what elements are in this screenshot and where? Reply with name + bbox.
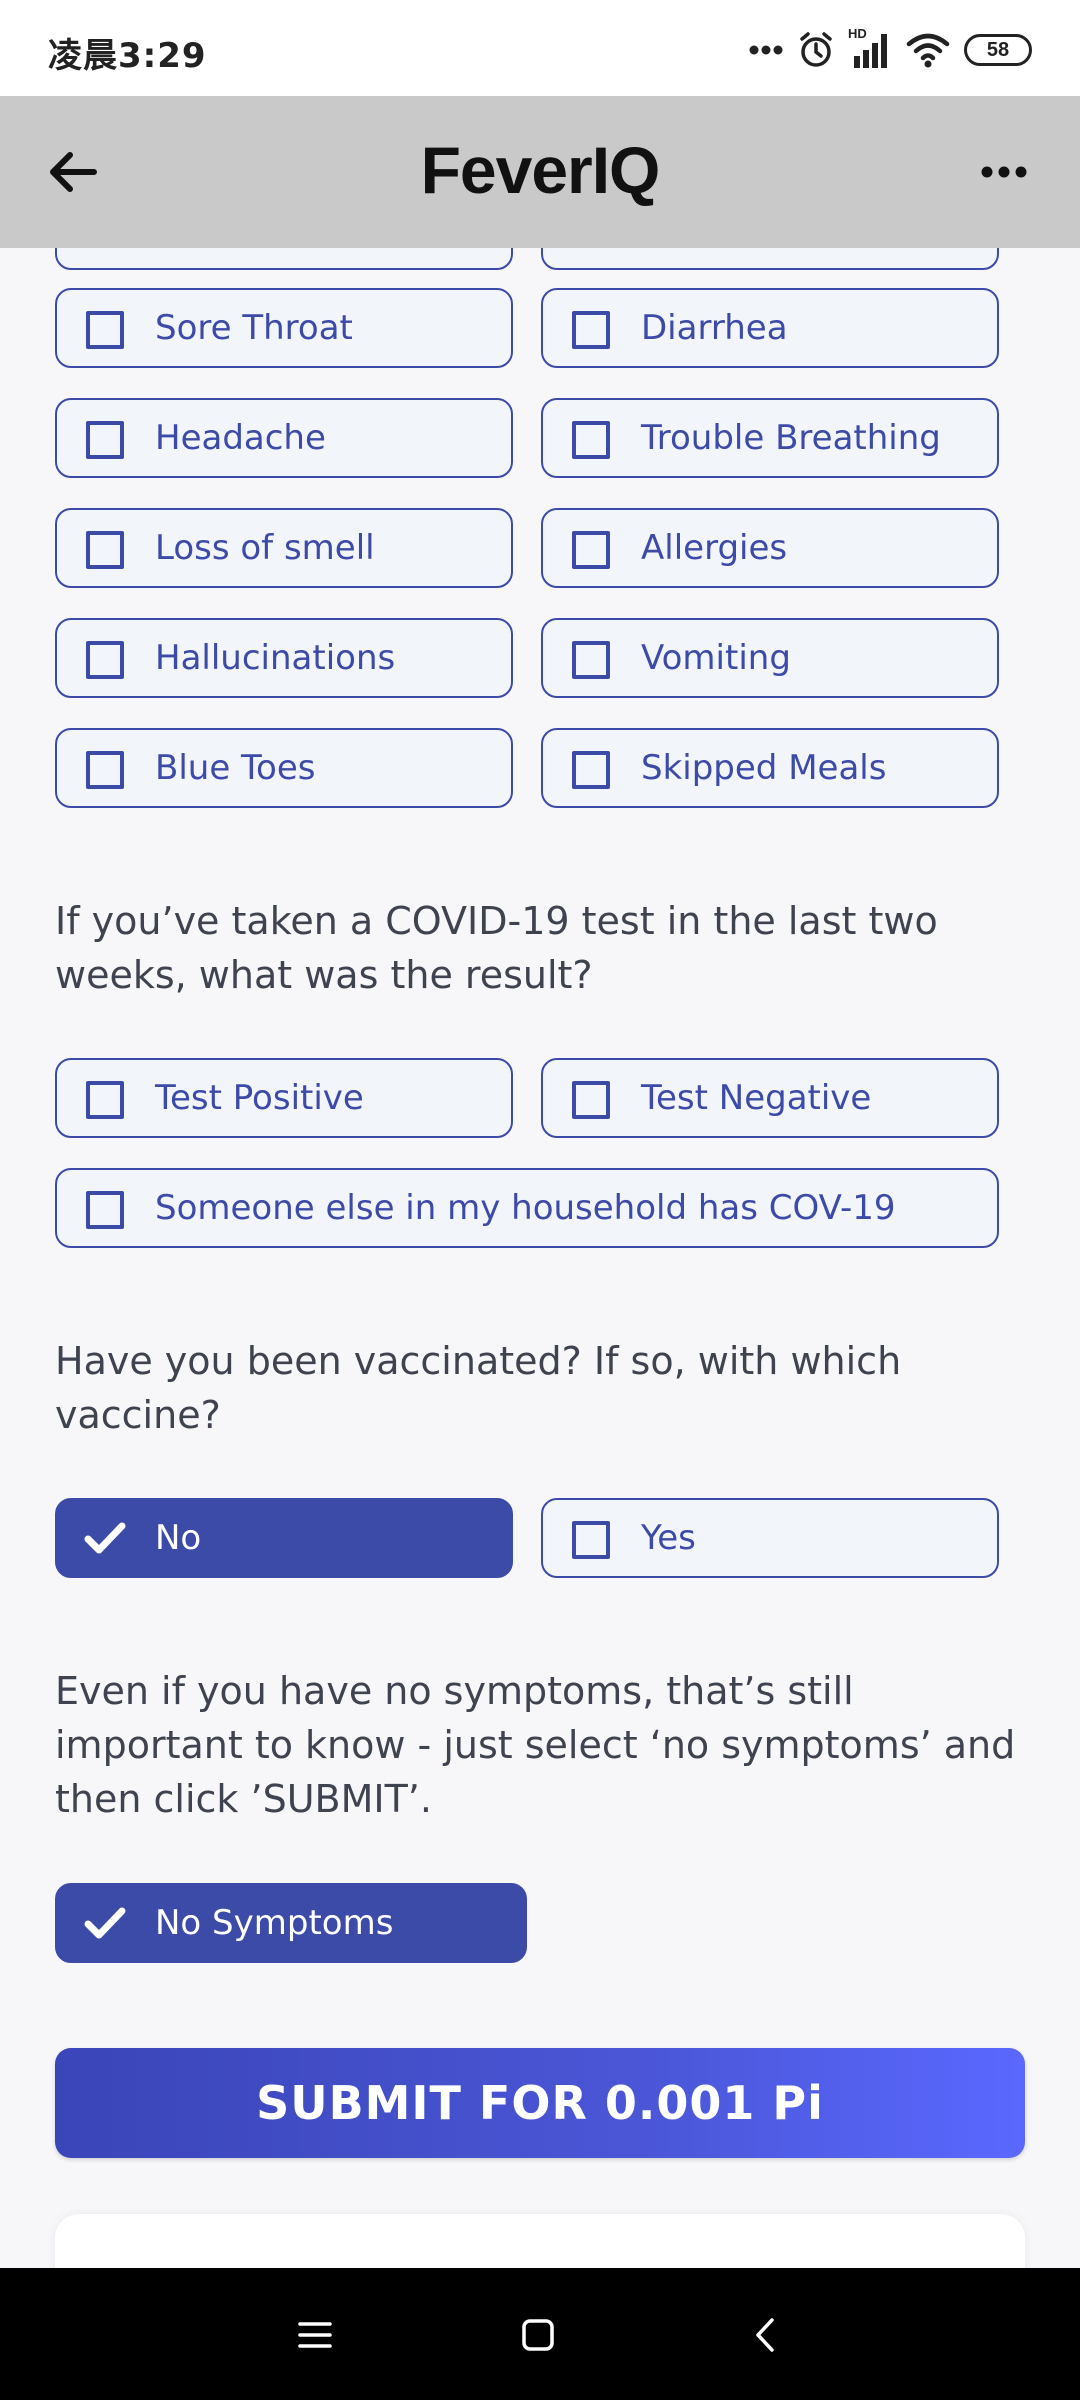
home-square-icon — [522, 2319, 554, 2351]
test-negative-option[interactable]: Test Negative — [541, 1058, 999, 1138]
checkbox-icon — [86, 531, 124, 569]
option-label: Vomiting — [641, 638, 791, 678]
checkbox-icon — [86, 421, 124, 459]
option-label: Loss of smell — [155, 528, 375, 568]
status-icons: HD 58 — [748, 26, 1032, 72]
option-label: Yes — [641, 1518, 696, 1558]
checkbox-icon — [86, 641, 124, 679]
checkbox-icon — [572, 1081, 610, 1119]
test-positive-option[interactable]: Test Positive — [55, 1058, 513, 1138]
app-header: FeverIQ — [0, 96, 1080, 248]
more-horizontal-icon — [981, 166, 1027, 178]
form-content[interactable]: Sore Throat Diarrhea Headache Trouble Br… — [0, 248, 1080, 2268]
symptom-option-blue-toes[interactable]: Blue Toes — [55, 728, 513, 808]
symptom-option-vomiting[interactable]: Vomiting — [541, 618, 999, 698]
submit-button[interactable]: SUBMIT FOR 0.001 Pi — [55, 2048, 1025, 2158]
checkbox-icon — [572, 641, 610, 679]
vaccinated-no-option[interactable]: No — [55, 1498, 513, 1578]
covid-test-question: If you’ve taken a COVID-19 test in the l… — [55, 899, 938, 997]
symptom-option-headache[interactable]: Headache — [55, 398, 513, 478]
nav-back-button[interactable] — [735, 2310, 795, 2360]
option-label: Someone else in my household has COV-19 — [155, 1188, 896, 1228]
symptom-option-loss-of-smell[interactable]: Loss of smell — [55, 508, 513, 588]
option-label: Trouble Breathing — [641, 418, 941, 458]
menu-icon — [298, 2322, 332, 2348]
checkbox-icon — [572, 1521, 610, 1559]
checkbox-icon — [86, 1081, 124, 1119]
option-label: Diarrhea — [641, 308, 788, 348]
vaccination-question: Have you been vaccinated? If so, with wh… — [55, 1339, 902, 1437]
nav-home-button[interactable] — [508, 2310, 568, 2360]
symptom-option-sore-throat[interactable]: Sore Throat — [55, 288, 513, 368]
checkbox-icon — [572, 421, 610, 459]
signal-icon: HD — [848, 26, 892, 70]
symptom-option-trouble-breathing[interactable]: Trouble Breathing — [541, 398, 999, 478]
navigation-bar — [0, 2268, 1080, 2400]
symptom-option-diarrhea[interactable]: Diarrhea — [541, 288, 999, 368]
option-label: Hallucinations — [155, 638, 396, 678]
symptom-option-hallucinations[interactable]: Hallucinations — [55, 618, 513, 698]
checkbox-icon — [86, 311, 124, 349]
status-bar: 凌晨3:29 HD 58 — [0, 0, 1080, 96]
checkbox-icon — [572, 751, 610, 789]
app-title: FeverIQ — [420, 133, 661, 207]
symptom-option-cut-off[interactable] — [541, 248, 999, 270]
vaccinated-yes-option[interactable]: Yes — [541, 1498, 999, 1578]
more-dots-icon — [749, 45, 783, 55]
option-label: Sore Throat — [155, 308, 353, 348]
option-label: Headache — [155, 418, 326, 458]
option-label: Skipped Meals — [641, 748, 887, 788]
option-label: No — [155, 1518, 202, 1558]
next-card — [55, 2214, 1025, 2268]
checkbox-icon — [86, 1191, 124, 1229]
option-label: No Symptoms — [155, 1903, 394, 1943]
checkbox-icon — [572, 531, 610, 569]
checkmark-icon — [84, 1522, 126, 1554]
checkbox-icon — [572, 311, 610, 349]
checkmark-icon — [84, 1907, 126, 1939]
alarm-icon — [800, 32, 832, 67]
status-time: 凌晨3:29 — [48, 36, 207, 76]
option-label: Allergies — [641, 528, 788, 568]
no-symptoms-option[interactable]: No Symptoms — [55, 1883, 527, 1963]
household-covid-option[interactable]: Someone else in my household has COV-19 — [55, 1168, 999, 1248]
option-label: Test Positive — [155, 1078, 364, 1118]
symptom-option-cut-off[interactable] — [55, 248, 513, 270]
back-chevron-icon — [756, 2318, 774, 2352]
battery-icon: 58 — [964, 34, 1032, 66]
option-label: Test Negative — [641, 1078, 872, 1118]
nav-menu-button[interactable] — [285, 2310, 345, 2360]
more-options-button[interactable] — [968, 148, 1040, 196]
checkbox-icon — [86, 751, 124, 789]
option-label: Blue Toes — [155, 748, 316, 788]
symptom-option-skipped-meals[interactable]: Skipped Meals — [541, 728, 999, 808]
symptom-option-allergies[interactable]: Allergies — [541, 508, 999, 588]
no-symptoms-hint: Even if you have no symptoms, that’s sti… — [55, 1669, 1016, 1821]
wifi-icon — [906, 33, 950, 68]
